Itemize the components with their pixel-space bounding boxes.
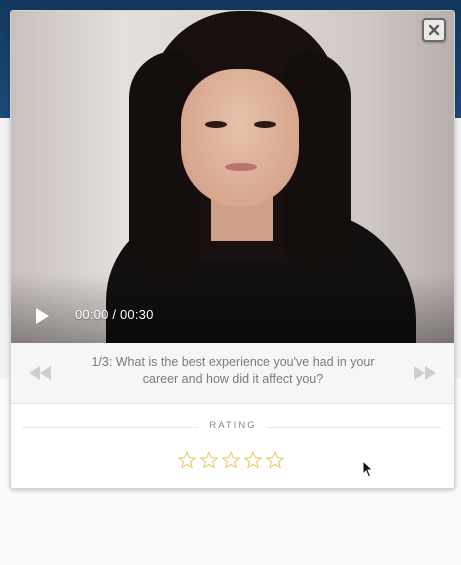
star-rating xyxy=(177,449,285,473)
close-icon xyxy=(428,24,440,36)
rating-label: RATING xyxy=(209,420,257,431)
question-text: 1/3: What is the best experience you've … xyxy=(91,355,375,386)
fast-forward-icon xyxy=(414,366,436,380)
mouse-cursor-icon xyxy=(362,460,374,478)
rating-section: RATING xyxy=(11,404,454,488)
video-modal: 00:00 / 00:30 1/3: What is the best expe… xyxy=(10,10,455,489)
previous-question-button[interactable] xyxy=(28,365,52,381)
close-button[interactable] xyxy=(422,18,446,42)
video-time-display: 00:00 / 00:30 xyxy=(75,307,154,322)
video-frame-face xyxy=(181,69,299,207)
video-frame-eye-left xyxy=(205,121,227,128)
question-navigation: 1/3: What is the best experience you've … xyxy=(11,343,454,404)
rating-divider-left xyxy=(23,427,198,428)
rewind-icon xyxy=(29,366,51,380)
video-frame-mouth xyxy=(225,163,257,171)
star-1-icon[interactable] xyxy=(177,449,197,471)
star-5-icon[interactable] xyxy=(265,449,285,471)
star-2-icon[interactable] xyxy=(199,449,219,471)
video-frame-eye-right xyxy=(254,121,276,128)
play-button[interactable] xyxy=(34,306,52,326)
play-icon xyxy=(36,308,49,324)
star-3-icon[interactable] xyxy=(221,449,241,471)
rating-divider-right xyxy=(268,427,442,428)
next-question-button[interactable] xyxy=(413,365,437,381)
star-4-icon[interactable] xyxy=(243,449,263,471)
video-player[interactable]: 00:00 / 00:30 xyxy=(11,11,454,343)
